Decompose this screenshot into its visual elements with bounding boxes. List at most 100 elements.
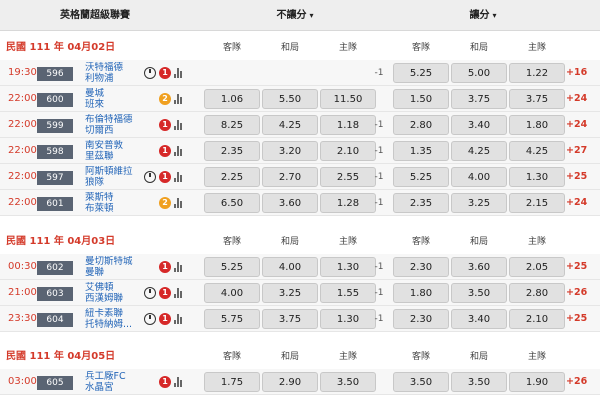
away-team[interactable]: 萊斯特 — [85, 192, 145, 203]
handicap-odds-button-draw[interactable]: 3.50 — [451, 283, 507, 303]
handicap-odds-button-draw[interactable]: 3.75 — [451, 89, 507, 109]
match-teams[interactable]: 南安普敦 里茲聯 — [85, 140, 145, 162]
match-teams[interactable]: 兵工廠FC 水晶宮 — [85, 371, 145, 393]
odds-button-draw[interactable]: 2.90 — [262, 372, 318, 392]
handicap-odds-button-away[interactable]: 3.50 — [393, 372, 449, 392]
match-teams[interactable]: 布倫特福德 切爾西 — [85, 114, 145, 136]
more-bets-link[interactable]: +25 — [566, 164, 587, 190]
handicap-odds-button-away[interactable]: 1.50 — [393, 89, 449, 109]
odds-button-away[interactable]: 8.25 — [204, 115, 260, 135]
home-team[interactable]: 曼聯 — [85, 267, 145, 278]
match-teams[interactable]: 阿斯頓維拉 狼隊 — [85, 166, 145, 188]
handicap-odds-button-home[interactable]: 1.90 — [509, 372, 565, 392]
away-team[interactable]: 艾佛頓 — [85, 282, 145, 293]
stats-chart-icon[interactable] — [174, 146, 183, 156]
odds-button-home[interactable]: 1.30 — [320, 309, 376, 329]
handicap-odds-button-home[interactable]: 2.05 — [509, 257, 565, 277]
handicap-odds-button-away[interactable]: 2.35 — [393, 193, 449, 213]
stats-chart-icon[interactable] — [174, 120, 183, 130]
handicap-odds-button-draw[interactable]: 4.00 — [451, 167, 507, 187]
away-team[interactable]: 曼城 — [85, 88, 145, 99]
away-team[interactable]: 阿斯頓維拉 — [85, 166, 145, 177]
odds-button-home[interactable]: 1.28 — [320, 193, 376, 213]
odds-button-draw[interactable]: 4.25 — [262, 115, 318, 135]
more-bets-link[interactable]: +27 — [566, 138, 587, 164]
stats-chart-icon[interactable] — [174, 198, 183, 208]
home-team[interactable]: 水晶宮 — [85, 382, 145, 393]
home-team[interactable]: 利物浦 — [85, 73, 145, 84]
handicap-odds-button-draw[interactable]: 3.40 — [451, 115, 507, 135]
handicap-odds-button-away[interactable]: 2.80 — [393, 115, 449, 135]
handicap-odds-button-away[interactable]: 5.25 — [393, 167, 449, 187]
odds-button-draw[interactable]: 3.75 — [262, 309, 318, 329]
away-team[interactable]: 曼切斯特城 — [85, 256, 145, 267]
handicap-odds-button-draw[interactable]: 3.25 — [451, 193, 507, 213]
more-bets-link[interactable]: +24 — [566, 190, 587, 216]
handicap-odds-button-draw[interactable]: 4.25 — [451, 141, 507, 161]
handicap-header[interactable]: 讓分 ▾ — [448, 0, 518, 31]
away-team[interactable]: 沃特福德 — [85, 62, 145, 73]
no-handicap-header[interactable]: 不讓分 ▾ — [250, 0, 340, 31]
more-bets-link[interactable]: +25 — [566, 306, 587, 332]
match-teams[interactable]: 艾佛頓 西漢姆聯 — [85, 282, 145, 304]
odds-button-away[interactable]: 2.25 — [204, 167, 260, 187]
odds-button-draw[interactable]: 2.70 — [262, 167, 318, 187]
handicap-odds-button-away[interactable]: 2.30 — [393, 309, 449, 329]
more-bets-link[interactable]: +24 — [566, 86, 587, 112]
odds-button-away[interactable]: 5.25 — [204, 257, 260, 277]
stats-chart-icon[interactable] — [174, 172, 183, 182]
odds-button-draw[interactable]: 3.25 — [262, 283, 318, 303]
handicap-odds-button-home[interactable]: 3.75 — [509, 89, 565, 109]
match-teams[interactable]: 曼切斯特城 曼聯 — [85, 256, 145, 278]
handicap-odds-button-away[interactable]: 5.25 — [393, 63, 449, 83]
stats-chart-icon[interactable] — [174, 288, 183, 298]
more-bets-link[interactable]: +16 — [566, 60, 587, 86]
match-teams[interactable]: 紐卡素聯 托特納姆... — [85, 308, 145, 330]
handicap-odds-button-home[interactable]: 1.80 — [509, 115, 565, 135]
odds-button-away[interactable]: 1.75 — [204, 372, 260, 392]
match-teams[interactable]: 沃特福德 利物浦 — [85, 62, 145, 84]
handicap-odds-button-away[interactable]: 2.30 — [393, 257, 449, 277]
odds-button-home[interactable]: 3.50 — [320, 372, 376, 392]
handicap-odds-button-draw[interactable]: 3.40 — [451, 309, 507, 329]
odds-button-draw[interactable]: 3.20 — [262, 141, 318, 161]
odds-button-away[interactable]: 4.00 — [204, 283, 260, 303]
odds-button-away[interactable]: 1.06 — [204, 89, 260, 109]
handicap-odds-button-home[interactable]: 1.22 — [509, 63, 565, 83]
home-team[interactable]: 班來 — [85, 99, 145, 110]
away-team[interactable]: 南安普敦 — [85, 140, 145, 151]
home-team[interactable]: 里茲聯 — [85, 151, 145, 162]
handicap-odds-button-home[interactable]: 2.80 — [509, 283, 565, 303]
stats-chart-icon[interactable] — [174, 314, 183, 324]
more-bets-link[interactable]: +26 — [566, 280, 587, 306]
handicap-odds-button-away[interactable]: 1.80 — [393, 283, 449, 303]
odds-button-away[interactable]: 2.35 — [204, 141, 260, 161]
more-bets-link[interactable]: +24 — [566, 112, 587, 138]
handicap-odds-button-home[interactable]: 1.30 — [509, 167, 565, 187]
odds-button-draw[interactable]: 4.00 — [262, 257, 318, 277]
odds-button-home[interactable]: 1.55 — [320, 283, 376, 303]
odds-button-home[interactable]: 2.55 — [320, 167, 376, 187]
odds-button-home[interactable]: 11.50 — [320, 89, 376, 109]
stats-chart-icon[interactable] — [174, 94, 183, 104]
odds-button-away[interactable]: 6.50 — [204, 193, 260, 213]
away-team[interactable]: 兵工廠FC — [85, 371, 145, 382]
match-teams[interactable]: 曼城 班來 — [85, 88, 145, 110]
home-team[interactable]: 切爾西 — [85, 125, 145, 136]
odds-button-draw[interactable]: 3.60 — [262, 193, 318, 213]
more-bets-link[interactable]: +26 — [566, 369, 587, 395]
away-team[interactable]: 紐卡素聯 — [85, 308, 145, 319]
odds-button-home[interactable]: 1.18 — [320, 115, 376, 135]
handicap-odds-button-draw[interactable]: 3.50 — [451, 372, 507, 392]
handicap-odds-button-draw[interactable]: 5.00 — [451, 63, 507, 83]
handicap-odds-button-away[interactable]: 1.35 — [393, 141, 449, 161]
match-teams[interactable]: 萊斯特 布萊頓 — [85, 192, 145, 214]
home-team[interactable]: 狼隊 — [85, 177, 145, 188]
more-bets-link[interactable]: +25 — [566, 254, 587, 280]
home-team[interactable]: 西漢姆聯 — [85, 293, 145, 304]
handicap-odds-button-home[interactable]: 2.15 — [509, 193, 565, 213]
handicap-odds-button-draw[interactable]: 3.60 — [451, 257, 507, 277]
odds-button-away[interactable]: 5.75 — [204, 309, 260, 329]
home-team[interactable]: 布萊頓 — [85, 203, 145, 214]
handicap-odds-button-home[interactable]: 4.25 — [509, 141, 565, 161]
